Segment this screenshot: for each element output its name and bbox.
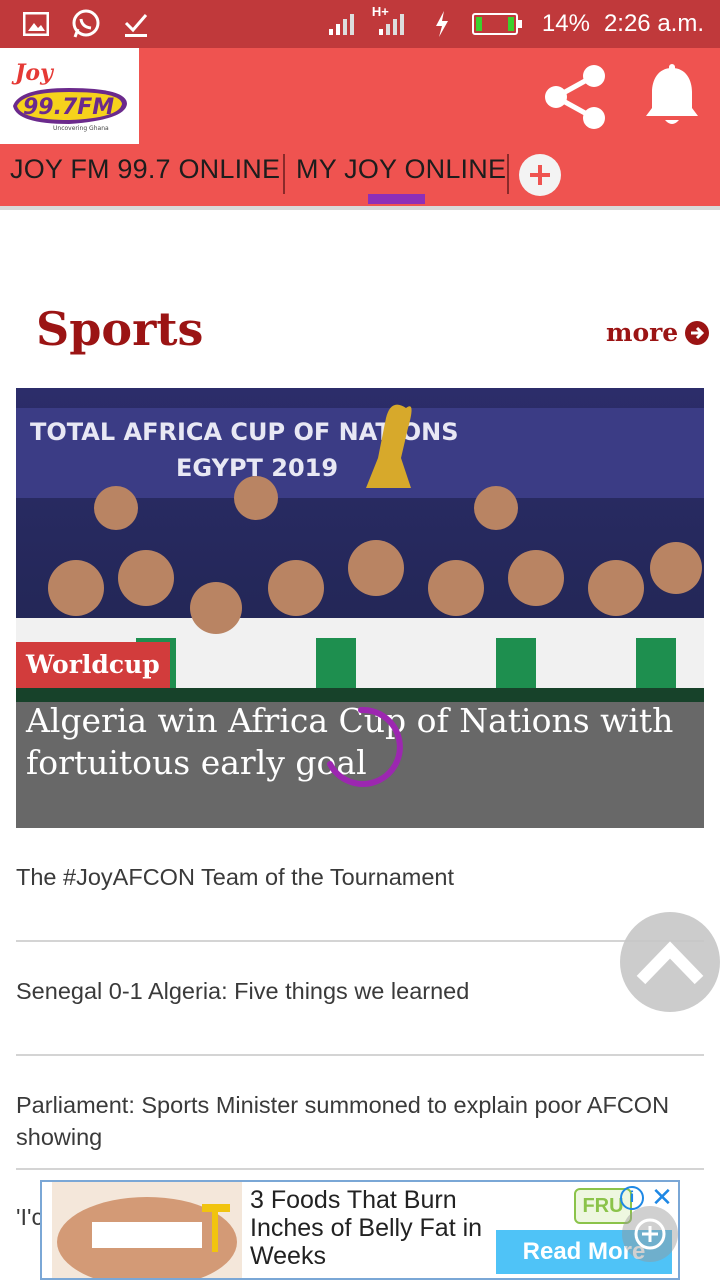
gallery-notification-icon bbox=[20, 8, 52, 40]
share-button[interactable] bbox=[540, 62, 610, 132]
svg-text:Uncovering Ghana: Uncovering Ghana bbox=[53, 125, 109, 132]
add-tab-button[interactable] bbox=[519, 154, 561, 196]
battery-icon bbox=[471, 13, 522, 35]
section-title: Sports bbox=[36, 302, 204, 356]
loading-spinner-icon bbox=[327, 706, 403, 787]
tab-divider bbox=[507, 154, 509, 194]
charging-icon bbox=[426, 8, 458, 40]
scroll-to-top-button[interactable] bbox=[620, 912, 720, 1012]
hero-story[interactable]: TOTAL AFRICA CUP OF NATIONS EGYPT 2019 W… bbox=[16, 388, 704, 828]
list-divider bbox=[16, 1054, 704, 1056]
logo[interactable]: Joy 99.7FM Uncovering Ghana bbox=[0, 48, 139, 144]
tab-divider bbox=[283, 154, 285, 194]
svg-text:99.7FM: 99.7FM bbox=[23, 95, 114, 120]
hero-category-tag[interactable]: Worldcup bbox=[16, 642, 170, 688]
headline-item[interactable]: The #JoyAFCON Team of the Tournament bbox=[16, 861, 704, 893]
chevron-up-icon bbox=[636, 941, 704, 985]
headline-item[interactable]: Senegal 0-1 Algeria: Five things we lear… bbox=[16, 975, 704, 1007]
status-bar: H+ 14% 2:26 a.m. bbox=[0, 0, 720, 48]
ad-banner[interactable]: 3 Foods That Burn Inches of Belly Fat in… bbox=[40, 1180, 680, 1280]
arrow-right-circle-icon bbox=[685, 320, 710, 345]
download-complete-icon bbox=[120, 8, 152, 40]
joy-fm-logo: Joy 99.7FM Uncovering Ghana bbox=[9, 58, 131, 134]
network-hplus-icon: H+ bbox=[372, 4, 412, 40]
headline-item[interactable]: Parliament: Sports Minister summoned to … bbox=[16, 1089, 704, 1153]
battery-percent: 14% bbox=[541, 10, 590, 37]
svg-text:Joy: Joy bbox=[11, 60, 55, 86]
signal-icon bbox=[326, 8, 358, 40]
whatsapp-notification-icon bbox=[70, 8, 102, 40]
app-header: Joy 99.7FM Uncovering Ghana bbox=[0, 48, 720, 144]
zoom-button[interactable] bbox=[622, 1206, 678, 1262]
list-divider bbox=[16, 1168, 704, 1170]
clock: 2:26 a.m. bbox=[603, 10, 704, 37]
notifications-button[interactable] bbox=[640, 62, 704, 132]
plus-icon bbox=[530, 165, 550, 185]
active-tab-indicator bbox=[368, 194, 425, 204]
tab-joy-fm-online[interactable]: JOY FM 99.7 ONLINE bbox=[10, 154, 280, 185]
zoom-plus-icon bbox=[634, 1218, 666, 1250]
tab-bar: JOY FM 99.7 ONLINE MY JOY ONLINE bbox=[0, 144, 720, 206]
more-label: more bbox=[606, 318, 679, 347]
bell-icon bbox=[646, 64, 698, 124]
ad-headline: 3 Foods That Burn Inches of Belly Fat in… bbox=[250, 1186, 483, 1270]
list-divider bbox=[16, 940, 704, 942]
ad-image bbox=[52, 1182, 242, 1278]
more-link[interactable]: more bbox=[606, 318, 710, 347]
share-icon bbox=[545, 65, 605, 129]
tab-my-joy-online[interactable]: MY JOY ONLINE bbox=[296, 154, 506, 185]
tab-bar-shadow bbox=[0, 206, 720, 210]
